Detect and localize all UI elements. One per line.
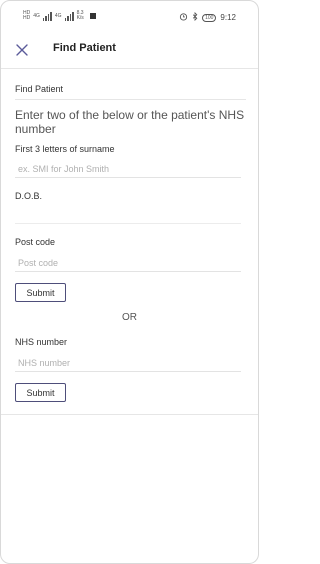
phone-frame: HD HD 4G 4G 8.3 K/s 100 9:12 Find Patien… — [0, 0, 259, 564]
speed-unit: K/s — [76, 15, 84, 21]
dob-label: D.O.B. — [15, 191, 43, 201]
or-divider: OR — [122, 312, 137, 323]
status-bar: HD HD 4G 4G 8.3 K/s 100 9:12 — [1, 1, 258, 33]
network-label-2: 4G — [54, 12, 62, 19]
form-bottom-divider — [1, 414, 258, 415]
postcode-input[interactable] — [15, 254, 241, 272]
notification-icon — [89, 13, 96, 19]
network-label-1: 4G — [33, 12, 40, 19]
nhs-number-input[interactable] — [15, 354, 241, 372]
status-right: 100 9:12 — [179, 11, 236, 23]
hd-label-bottom: HD — [23, 15, 31, 21]
submit-button[interactable]: Submit — [15, 283, 66, 302]
nhs-submit-button[interactable]: Submit — [15, 383, 66, 402]
app-header: Find Patient — [1, 33, 258, 69]
nhs-label: NHS number — [15, 337, 68, 347]
signal-icon-2 — [64, 11, 74, 21]
status-left: HD HD 4G 4G 8.3 K/s — [23, 11, 96, 21]
network-speed: 8.3 K/s — [77, 11, 84, 21]
hd-labels: HD HD — [23, 11, 30, 21]
surname-label: First 3 letters of surname — [15, 144, 115, 154]
section-title: Find Patient — [15, 84, 64, 94]
postcode-label: Post code — [15, 237, 56, 247]
page-title: Find Patient — [53, 42, 116, 54]
section-divider — [15, 99, 246, 100]
close-icon[interactable] — [13, 41, 31, 59]
bluetooth-icon — [192, 11, 198, 23]
surname-input[interactable] — [15, 160, 241, 178]
signal-icon — [42, 11, 52, 21]
alarm-icon — [179, 12, 188, 23]
dob-field[interactable] — [15, 223, 241, 224]
clock: 9:12 — [220, 13, 236, 22]
battery-icon: 100 — [202, 13, 217, 22]
instructions-text: Enter two of the below or the patient's … — [15, 108, 245, 136]
